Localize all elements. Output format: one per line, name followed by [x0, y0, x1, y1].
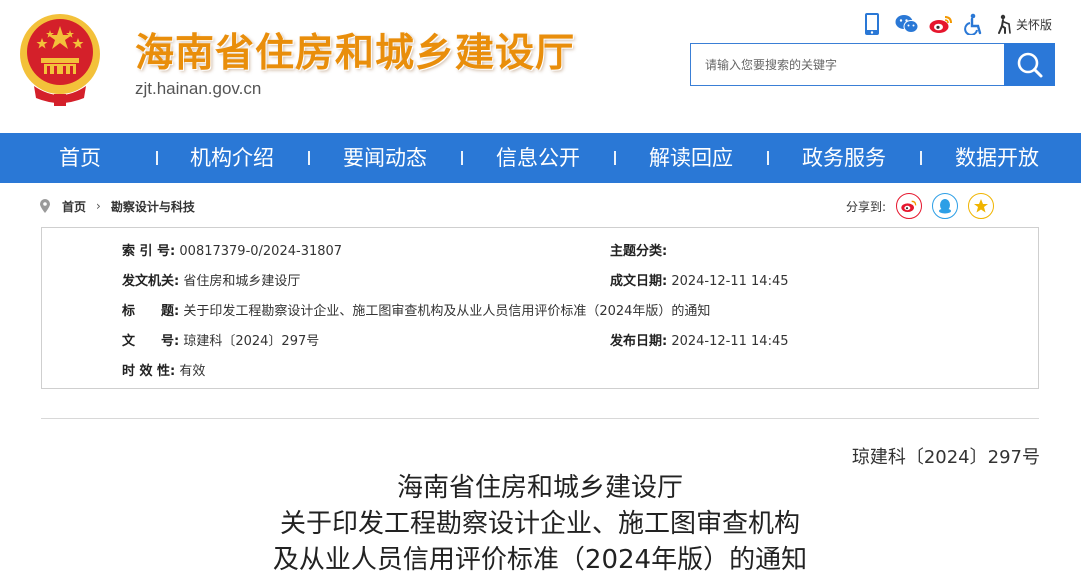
nav-item-services[interactable]: 政务服务: [784, 133, 904, 183]
meta-value: 有效: [179, 364, 206, 379]
nav-separator: [461, 151, 463, 165]
meta-label: 时 效 性:: [122, 364, 176, 379]
nav-separator: [308, 151, 310, 165]
site-header: 海南省住房和城乡建设厅 zjt.hainan.gov.cn 关怀版 请输入您要搜…: [0, 0, 1081, 133]
header-tools: 关怀版: [862, 11, 1062, 37]
weibo-link[interactable]: [928, 11, 954, 37]
accessibility-link[interactable]: [962, 11, 986, 37]
nav-item-organization[interactable]: 机构介绍: [172, 133, 292, 183]
weibo-icon: [901, 200, 917, 212]
meta-label: 标 题:: [122, 304, 180, 319]
nav-item-open-data[interactable]: 数据开放: [937, 133, 1057, 183]
share-bar: 分享到:: [846, 191, 1004, 221]
meta-value: 关于印发工程勘察设计企业、施工图审查机构及从业人员信用评价标准（2024年版）的…: [183, 304, 711, 319]
wechat-icon: [895, 15, 919, 33]
qq-icon: [939, 199, 952, 214]
chevron-right-icon: ›: [96, 199, 101, 213]
nav-item-news[interactable]: 要闻动态: [325, 133, 445, 183]
wechat-link[interactable]: [894, 11, 920, 37]
meta-value: 2024-12-11 14:45: [671, 334, 789, 349]
document-number: 琼建科〔2024〕297号: [851, 447, 1040, 468]
meta-label: 发文机关:: [122, 274, 180, 289]
meta-created: 成文日期: 2024-12-11 14:45: [610, 270, 789, 289]
site-title: 海南省住房和城乡建设厅: [135, 31, 576, 76]
share-qzone-button[interactable]: [968, 193, 995, 219]
share-label: 分享到:: [846, 199, 887, 214]
breadcrumb: 首页 › 勘察设计与科技: [40, 196, 195, 216]
meta-label: 文 号:: [122, 334, 180, 349]
site-domain: zjt.hainan.gov.cn: [135, 79, 262, 98]
share-weibo-button[interactable]: [896, 193, 923, 219]
document-title-line: 及从业人员信用评价标准（2024年版）的通知: [272, 545, 808, 575]
meta-value: 琼建科〔2024〕297号: [183, 334, 320, 349]
meta-value: 2024-12-11 14:45: [671, 274, 789, 289]
meta-title: 标 题: 关于印发工程勘察设计企业、施工图审查机构及从业人员信用评价标准（202…: [122, 300, 710, 319]
document-title-line: 海南省住房和城乡建设厅: [396, 473, 683, 503]
meta-value: 省住房和城乡建设厅: [183, 274, 301, 289]
nav-item-interpretation[interactable]: 解读回应: [631, 133, 751, 183]
nav-item-home[interactable]: 首页: [30, 133, 130, 183]
search-button[interactable]: [1004, 43, 1055, 86]
meta-label: 成文日期:: [610, 274, 668, 289]
location-pin-icon: [40, 199, 50, 213]
search-input[interactable]: [691, 44, 1004, 85]
qzone-icon: [974, 199, 989, 213]
national-emblem-icon: [20, 14, 100, 106]
meta-label: 主题分类:: [610, 244, 668, 259]
elderly-mode-link[interactable]: 关怀版: [996, 11, 1058, 37]
meta-index: 索 引 号: 00817379-0/2024-31807: [122, 240, 342, 259]
weibo-icon: [929, 16, 952, 33]
nav-separator: [156, 151, 158, 165]
search-box: [690, 43, 1004, 86]
mobile-icon: [865, 13, 879, 35]
mobile-link[interactable]: [862, 11, 882, 37]
share-qq-button[interactable]: [932, 193, 959, 219]
nav-separator: [920, 151, 922, 165]
meta-label: 发布日期:: [610, 334, 668, 349]
main-nav: 首页 机构介绍 要闻动态 信息公开 解读回应 政务服务 数据开放: [0, 133, 1081, 183]
breadcrumb-current[interactable]: 勘察设计与科技: [111, 198, 195, 215]
meta-docno: 文 号: 琼建科〔2024〕297号: [122, 330, 319, 349]
meta-issuer: 发文机关: 省住房和城乡建设厅: [122, 270, 300, 289]
meta-label: 索 引 号:: [122, 244, 176, 259]
document-title: 海南省住房和城乡建设厅 关于印发工程勘察设计企业、施工图审查机构 及从业人员信用…: [41, 470, 1039, 578]
document-title-line: 关于印发工程勘察设计企业、施工图审查机构: [279, 509, 800, 539]
meta-validity: 时 效 性: 有效: [122, 360, 205, 379]
search-icon: [1017, 52, 1042, 77]
content-divider: [41, 418, 1039, 419]
accessibility-icon: [964, 13, 982, 35]
meta-value: 00817379-0/2024-31807: [179, 244, 343, 259]
breadcrumb-home[interactable]: 首页: [62, 198, 86, 215]
meta-published: 发布日期: 2024-12-11 14:45: [610, 330, 789, 349]
nav-separator: [614, 151, 616, 165]
elderly-mode-label: 关怀版: [1016, 17, 1053, 32]
nav-item-disclosure[interactable]: 信息公开: [478, 133, 598, 183]
elderly-mode-icon: [998, 14, 1011, 34]
nav-separator: [767, 151, 769, 165]
meta-topic: 主题分类:: [610, 240, 667, 259]
document-metadata: 索 引 号: 00817379-0/2024-31807 主题分类: 发文机关:…: [41, 227, 1039, 389]
